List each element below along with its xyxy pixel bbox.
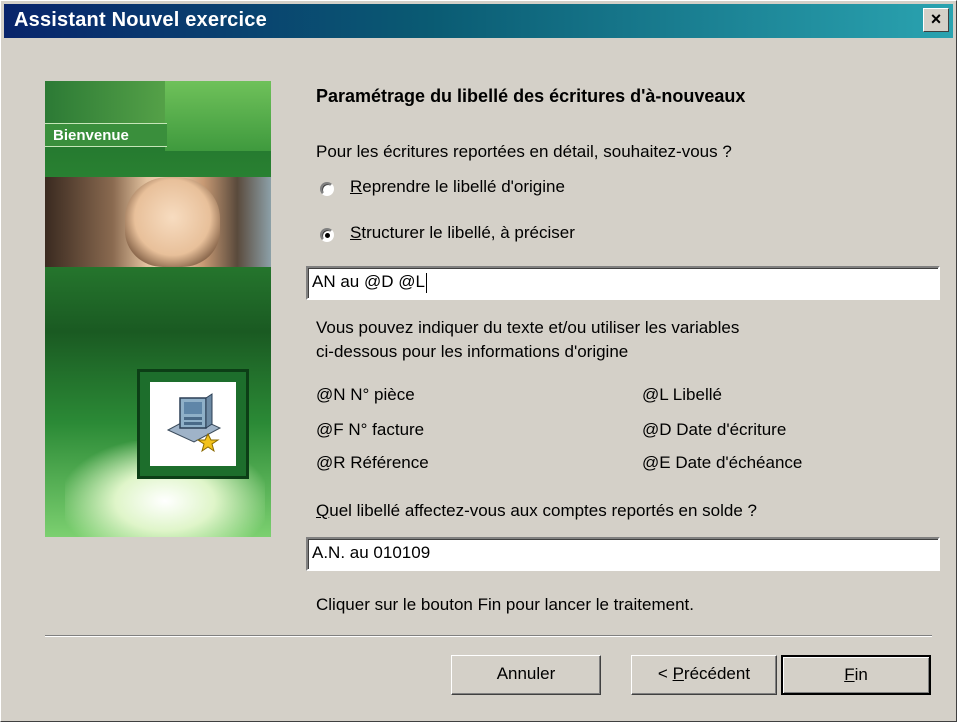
- option-structure-label-text: Structurer le libellé, à préciser: [350, 223, 575, 242]
- label-format-value: AN au @D @L: [312, 272, 425, 291]
- variable-date-ecriture: @D Date d'écriture: [642, 420, 787, 439]
- finish-button[interactable]: Fin: [781, 655, 931, 695]
- sidebar-green-panel: [165, 81, 271, 151]
- window-title: Assistant Nouvel exercice: [14, 9, 267, 31]
- cancel-button[interactable]: Annuler: [451, 655, 601, 695]
- previous-button[interactable]: < Précédent: [631, 655, 777, 695]
- hint-text: Cliquer sur le bouton Fin pour lancer le…: [316, 595, 694, 614]
- solde-label-input[interactable]: A.N. au 010109: [306, 537, 940, 571]
- wizard-sidebar-image: Bienvenue: [45, 81, 271, 537]
- solde-question: Quel libellé affectez-vous aux comptes r…: [316, 501, 757, 520]
- title-bar[interactable]: Assistant Nouvel exercice ×: [4, 4, 953, 38]
- woman-face-image: [125, 177, 220, 267]
- help-text-line2: ci-dessous pour les informations d'origi…: [316, 342, 629, 361]
- solde-label-value: A.N. au 010109: [312, 543, 431, 562]
- label-format-input[interactable]: AN au @D @L: [306, 266, 940, 300]
- welcome-banner: Bienvenue: [45, 123, 167, 147]
- logo-frame: [137, 369, 249, 479]
- page-heading: Paramétrage du libellé des écritures d'à…: [316, 86, 746, 106]
- help-text-line1: Vous pouvez indiquer du texte et/ou util…: [316, 318, 740, 337]
- computer-wizard-icon: [150, 382, 236, 466]
- variable-reference: @R Référence: [316, 453, 429, 472]
- radio-selected-dot: [325, 233, 330, 238]
- sidebar-photo: [45, 177, 271, 267]
- variable-piece: @N N° pièce: [316, 385, 415, 404]
- text-caret: [425, 272, 427, 293]
- footer-separator: [45, 635, 932, 637]
- option-keep-original-label: Reprendre le libellé d'origine: [350, 177, 565, 196]
- close-icon: ×: [930, 9, 942, 29]
- radio-keep-original[interactable]: [320, 182, 334, 196]
- detail-question: Pour les écritures reportées en détail, …: [316, 142, 732, 161]
- variable-libelle: @L Libellé: [642, 385, 722, 404]
- wizard-window: Assistant Nouvel exercice × Bienvenue Pa…: [0, 0, 957, 722]
- variable-date-echeance: @E Date d'échéance: [642, 453, 803, 472]
- variable-facture: @F N° facture: [316, 420, 425, 439]
- radio-structure-label[interactable]: [320, 228, 334, 242]
- close-button[interactable]: ×: [923, 8, 949, 32]
